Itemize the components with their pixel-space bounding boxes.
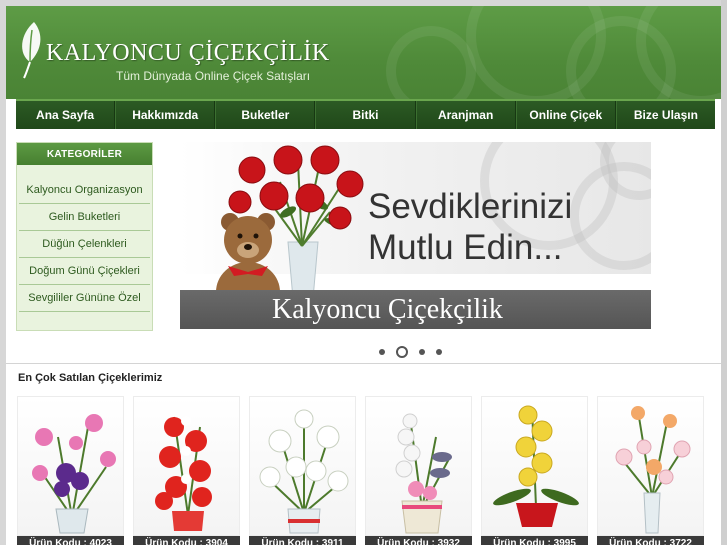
category-gelin-buketleri[interactable]: Gelin Buketleri (19, 204, 150, 231)
product-card[interactable]: Ürün Kodu : 4023 (17, 396, 124, 545)
nav-item-ana-sayfa[interactable]: Ana Sayfa (16, 101, 116, 129)
banner-brand-text: Kalyoncu Çiçekçilik (272, 294, 503, 325)
product-code: Ürün Kodu : 3995 (481, 536, 588, 545)
product-image[interactable] (17, 396, 124, 536)
banner-headline-line1: Sevdiklerinizi (368, 187, 573, 226)
category-sidebar: KATEGORİLER Kalyoncu Organizasyon Gelin … (16, 142, 153, 331)
product-image[interactable] (365, 396, 472, 536)
header-swirl-decoration (386, 26, 476, 99)
nav-item-bize-ulasin[interactable]: Bize Ulaşın (615, 101, 715, 129)
hero-banner[interactable]: Sevdiklerinizi Mutlu Edin... Kalyoncu Çi… (180, 142, 651, 329)
banner-headline: Sevdiklerinizi Mutlu Edin... (368, 186, 572, 268)
leaf-logo-icon[interactable] (18, 20, 46, 85)
product-image[interactable] (133, 396, 240, 536)
main-navigation: Ana Sayfa Hakkımızda Buketler Bitki Aran… (16, 99, 715, 129)
product-card[interactable]: Ürün Kodu : 3911 (249, 396, 356, 545)
category-kalyoncu-organizasyon[interactable]: Kalyoncu Organizasyon (19, 177, 150, 204)
logo-tagline: Tüm Dünyada Online Çiçek Satışları (116, 69, 311, 83)
nav-item-online-cicek[interactable]: Online Çiçek (515, 101, 616, 129)
page: KALYONCU ÇİÇEKÇİLİK Tüm Dünyada Online Ç… (6, 6, 721, 545)
logo-title[interactable]: KALYONCU ÇİÇEKÇİLİK (46, 40, 330, 67)
product-image[interactable] (481, 396, 588, 536)
product-card[interactable]: Ürün Kodu : 3995 (481, 396, 588, 545)
category-list: Kalyoncu Organizasyon Gelin Buketleri Dü… (17, 177, 152, 312)
slider-dot-2-active[interactable] (396, 346, 408, 358)
product-code: Ürün Kodu : 3722 (597, 536, 704, 545)
site-header: KALYONCU ÇİÇEKÇİLİK Tüm Dünyada Online Ç… (6, 6, 721, 99)
slider-dot-4[interactable] (436, 349, 442, 355)
product-code: Ürün Kodu : 3904 (133, 536, 240, 545)
category-dogum-gunu-cicekleri[interactable]: Doğum Günü Çiçekleri (19, 258, 150, 285)
product-code: Ürün Kodu : 4023 (17, 536, 124, 545)
category-dugun-celenkleri[interactable]: Düğün Çelenkleri (19, 231, 150, 258)
page-right-edge (721, 0, 727, 545)
best-sellers-title: En Çok Satılan Çiçeklerimiz (18, 372, 163, 384)
banner-headline-line2: Mutlu Edin... (368, 228, 563, 267)
slider-dot-3[interactable] (419, 349, 425, 355)
sidebar-title: KATEGORİLER (17, 143, 152, 165)
product-code: Ürün Kodu : 3911 (249, 536, 356, 545)
slider-dot-1[interactable] (379, 349, 385, 355)
section-divider (6, 363, 721, 364)
product-card[interactable]: Ürün Kodu : 3722 (597, 396, 704, 545)
product-card[interactable]: Ürün Kodu : 3904 (133, 396, 240, 545)
product-card[interactable]: Ürün Kodu : 3932 (365, 396, 472, 545)
nav-item-aranjman[interactable]: Aranjman (415, 101, 516, 129)
best-sellers-list: Ürün Kodu : 4023 Ürün Kodu : 3904 Ürün K… (17, 396, 717, 545)
slider-pagination (379, 346, 442, 358)
product-image[interactable] (597, 396, 704, 536)
product-image[interactable] (249, 396, 356, 536)
nav-item-bitki[interactable]: Bitki (315, 101, 416, 129)
nav-item-buketler[interactable]: Buketler (215, 101, 316, 129)
product-code: Ürün Kodu : 3932 (365, 536, 472, 545)
category-sevgililer-gunune-ozel[interactable]: Sevgililer Gününe Özel (19, 285, 150, 312)
nav-item-hakkimizda[interactable]: Hakkımızda (115, 101, 216, 129)
